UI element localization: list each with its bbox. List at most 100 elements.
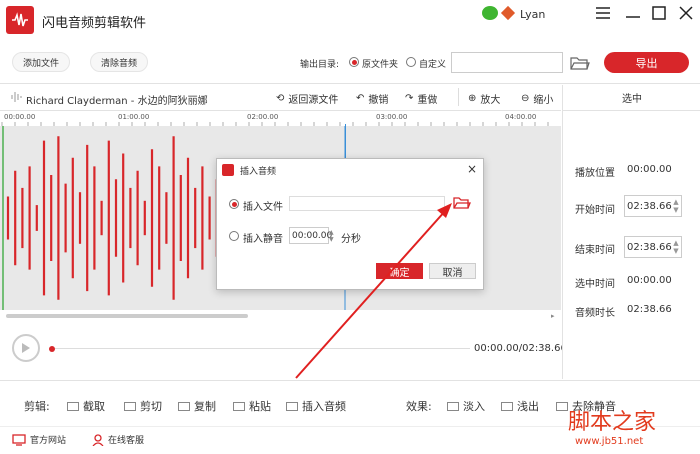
- zoom-in-label: 放大: [480, 95, 501, 106]
- service-link[interactable]: 在线客服: [92, 433, 144, 446]
- fade-in-button[interactable]: 淡入: [447, 398, 485, 414]
- user-icon: [92, 433, 104, 446]
- close-icon[interactable]: [679, 6, 693, 23]
- website-label: 官方网站: [30, 436, 67, 446]
- fade-in-label: 淡入: [463, 400, 485, 413]
- audio-icon: [11, 91, 23, 106]
- copy-label: 复制: [194, 400, 216, 413]
- selected-time-value: 00:00.00: [627, 275, 672, 286]
- redo-button[interactable]: ↷ 重做: [405, 91, 437, 106]
- ruler-ticks: [1, 122, 549, 126]
- remove-silence-icon: [556, 401, 568, 411]
- dialog-title: 插入音频: [240, 166, 277, 177]
- playhead-top: [345, 124, 346, 158]
- export-button[interactable]: 导出: [604, 52, 689, 73]
- confirm-button[interactable]: 确定: [376, 263, 423, 279]
- ruler-tick-label: 01:00.00: [118, 113, 150, 121]
- clear-audio-button[interactable]: 清除音频: [90, 52, 148, 72]
- edit-label: 剪辑:: [24, 400, 50, 413]
- progress-knob[interactable]: [49, 346, 55, 352]
- insert-audio-button[interactable]: 插入音频: [286, 398, 346, 414]
- insert-audio-dialog: 插入音频 × 插入文件 插入静音 00:00.00 ▲ ▼ 分秒 确定 取消: [216, 158, 484, 290]
- selected-time-label: 选中时间: [575, 279, 615, 290]
- watermark-url: www.jb51.net: [575, 436, 644, 447]
- scrollbar-thumb[interactable]: [6, 314, 248, 318]
- radio-source-folder[interactable]: [349, 57, 359, 67]
- insert-file-input[interactable]: [289, 196, 445, 211]
- silence-stepper[interactable]: ▲ ▼: [329, 227, 338, 244]
- waveform-scrollbar[interactable]: ▸: [0, 312, 561, 322]
- start-time-input[interactable]: 02:38.66 ▲ ▼: [624, 195, 682, 217]
- vip-icon: [500, 5, 516, 21]
- ruler-tick-label: 02:00.00: [247, 113, 279, 121]
- folder-icon[interactable]: [570, 56, 590, 74]
- monitor-icon: [12, 433, 26, 446]
- back-icon: ⟲: [276, 93, 285, 104]
- cancel-button[interactable]: 取消: [429, 263, 476, 279]
- play-pos-value: 00:00.00: [627, 164, 672, 175]
- redo-icon: ↷: [405, 93, 414, 104]
- copy-icon: [178, 401, 190, 411]
- start-time-label: 开始时间: [575, 205, 615, 216]
- silence-duration-input[interactable]: 00:00.00: [289, 227, 332, 244]
- radio-custom-folder[interactable]: [406, 57, 416, 67]
- fade-out-icon: [501, 401, 513, 411]
- output-dir-input[interactable]: [451, 52, 563, 73]
- username[interactable]: Lyan: [520, 8, 545, 21]
- wechat-icon[interactable]: [482, 6, 498, 20]
- back-source-label: 返回源文件: [288, 95, 339, 106]
- end-time-value[interactable]: 02:38.66: [625, 237, 672, 257]
- progress-track[interactable]: [55, 348, 470, 349]
- maximize-icon[interactable]: [652, 6, 666, 23]
- app-logo-icon: [6, 6, 34, 34]
- cut-icon: [124, 401, 136, 411]
- dialog-logo-icon: [222, 164, 234, 176]
- radio-insert-file[interactable]: [229, 199, 239, 209]
- ruler-tick-label: 00:00.00: [4, 113, 36, 121]
- cut-label: 剪切: [140, 400, 162, 413]
- zoom-out-label: 缩小: [533, 95, 554, 106]
- start-time-value[interactable]: 02:38.66: [625, 196, 672, 216]
- intercept-button[interactable]: 截取: [67, 398, 105, 414]
- dialog-close-icon[interactable]: ×: [467, 162, 477, 176]
- website-link[interactable]: 官方网站: [12, 433, 66, 446]
- play-icon: [22, 343, 30, 353]
- radio-custom-label: 自定义: [419, 60, 447, 70]
- back-source-button[interactable]: ⟲ 返回源文件: [276, 91, 338, 106]
- undo-icon: ↶: [356, 93, 365, 104]
- zoom-out-button[interactable]: ⊖ 缩小: [521, 91, 553, 106]
- undo-label: 撤销: [368, 95, 389, 106]
- open-folder-icon[interactable]: [453, 196, 471, 213]
- divider: [458, 88, 459, 106]
- undo-button[interactable]: ↶ 撤销: [356, 91, 388, 106]
- zoom-out-icon: ⊖: [521, 93, 530, 104]
- output-dir-label: 输出目录:: [300, 60, 340, 70]
- fade-out-button[interactable]: 浅出: [501, 398, 539, 414]
- insert-audio-label: 插入音频: [302, 400, 346, 413]
- insert-audio-icon: [286, 401, 298, 411]
- fade-in-icon: [447, 401, 459, 411]
- add-file-button[interactable]: 添加文件: [12, 52, 70, 72]
- scroll-right-icon[interactable]: ▸: [551, 312, 555, 320]
- seconds-label: 分秒: [341, 234, 361, 245]
- time-ruler: 00:00.00 01:00.00 02:00.00 03:00.00 04:0…: [0, 112, 561, 126]
- start-time-stepper[interactable]: ▲ ▼: [671, 196, 681, 216]
- end-time-stepper[interactable]: ▲ ▼: [671, 237, 681, 257]
- radio-insert-silence[interactable]: [229, 231, 239, 241]
- insert-silence-label: 插入静音: [243, 234, 283, 245]
- zoom-in-button[interactable]: ⊕ 放大: [468, 91, 500, 106]
- ruler-tick-label: 03:00.00: [376, 113, 408, 121]
- play-button[interactable]: [12, 334, 40, 362]
- intercept-label: 截取: [83, 400, 105, 413]
- minimize-icon[interactable]: [626, 6, 640, 21]
- copy-button[interactable]: 复制: [178, 398, 216, 414]
- end-time-input[interactable]: 02:38.66 ▲ ▼: [624, 236, 682, 258]
- menu-icon[interactable]: [596, 6, 610, 22]
- selection-header: 选中: [563, 85, 700, 111]
- selection-panel: 选中 播放位置 00:00.00 开始时间 02:38.66 ▲ ▼ 结束时间 0…: [562, 85, 700, 379]
- duration-value: 02:38.66: [627, 304, 672, 315]
- intercept-icon: [67, 401, 79, 411]
- paste-button[interactable]: 粘贴: [233, 398, 271, 414]
- service-label: 在线客服: [108, 436, 145, 446]
- cut-button[interactable]: 剪切: [124, 398, 162, 414]
